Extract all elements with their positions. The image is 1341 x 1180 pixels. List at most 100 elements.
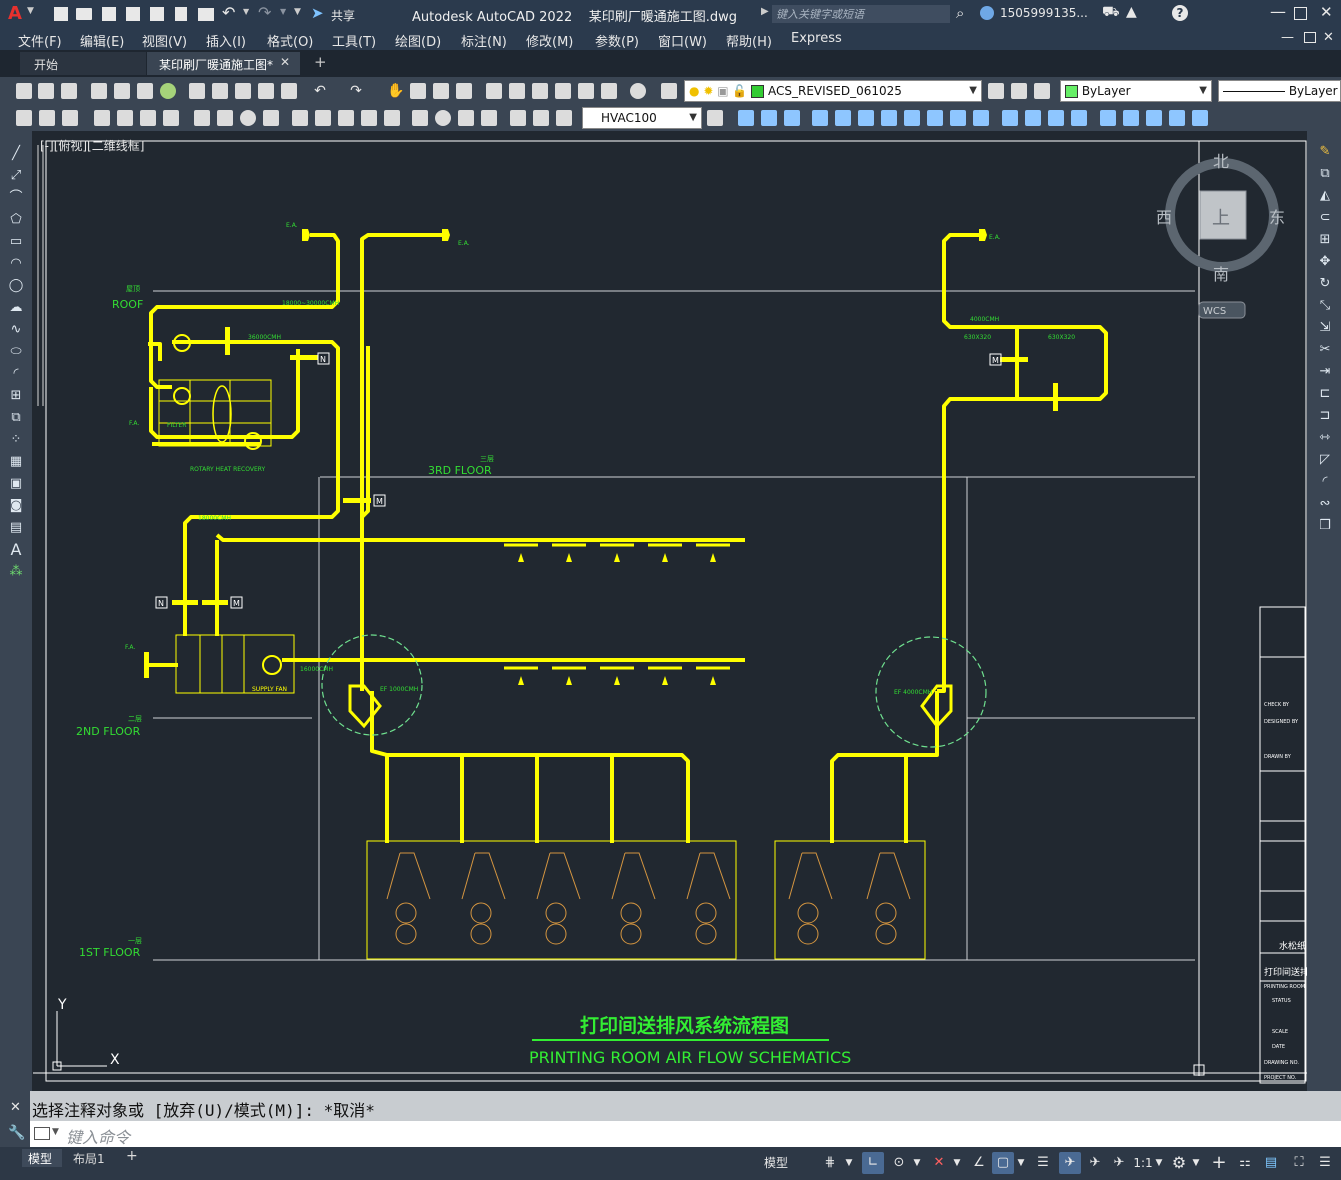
polyline-icon[interactable]: ⌒ — [6, 189, 26, 207]
chevron-down-icon[interactable]: ▼ — [52, 1127, 59, 1137]
dim-arc-icon[interactable] — [62, 110, 78, 126]
command-input[interactable]: 键入命令 — [66, 1124, 130, 1148]
autodesk-app-icon[interactable]: ▲ — [1126, 4, 1137, 20]
object-snap-icon[interactable]: ▢ — [992, 1152, 1014, 1174]
help-icon[interactable]: ? — [1172, 5, 1188, 21]
viewcube-east[interactable]: 东 — [1269, 208, 1285, 227]
dim-text-edit-icon[interactable] — [458, 110, 474, 126]
undo-tool-icon[interactable]: ↶ — [310, 81, 330, 101]
customize-wrench-icon[interactable]: 🔧 — [8, 1125, 25, 1141]
redo-dropdown-icon[interactable]: ▼ — [280, 7, 286, 16]
qnew-icon[interactable] — [16, 83, 32, 99]
calculator-icon[interactable] — [601, 83, 617, 99]
chamfer-icon[interactable]: ◸ — [1315, 451, 1335, 469]
revcloud-icon[interactable]: ☁ — [6, 299, 26, 317]
paste-icon[interactable] — [235, 83, 251, 99]
chevron-down-icon[interactable]: ▼ — [842, 1152, 856, 1174]
snap-mode-icon[interactable]: ∟ — [862, 1152, 884, 1174]
dim-override-icon[interactable] — [533, 110, 549, 126]
rectangle-icon[interactable]: ▭ — [6, 233, 26, 251]
scale-icon[interactable] — [881, 110, 897, 126]
clean-screen-icon[interactable]: ⛶ — [1288, 1152, 1310, 1174]
explode-icon[interactable]: ❒ — [1315, 517, 1335, 535]
ellipse-icon[interactable]: ⬭ — [6, 343, 26, 361]
blend-curves-icon[interactable]: ∾ — [1315, 495, 1335, 513]
menu-express[interactable]: Express — [791, 31, 842, 46]
tool-palettes-icon[interactable] — [532, 83, 548, 99]
menu-file[interactable]: 文件(F) — [18, 31, 62, 50]
menu-insert[interactable]: 插入(I) — [206, 31, 246, 50]
lineweight-icon[interactable]: ☰ — [1032, 1152, 1054, 1174]
layout-tab-model[interactable]: 模型 — [22, 1149, 62, 1167]
undo-dropdown-icon[interactable]: ▼ — [243, 7, 249, 16]
trim-icon[interactable]: ✂ — [1315, 341, 1335, 359]
save-as-icon[interactable] — [126, 7, 140, 21]
doc-close-icon[interactable]: ✕ — [1323, 30, 1334, 45]
color-dropdown[interactable]: ByLayer ▼ — [1060, 80, 1212, 102]
join-icon[interactable] — [1002, 110, 1018, 126]
properties-icon[interactable] — [486, 83, 502, 99]
join-icon[interactable]: ⇿ — [1315, 429, 1335, 447]
dim-jogged-icon[interactable] — [140, 110, 156, 126]
annotation-monitor-icon[interactable]: + — [1208, 1152, 1230, 1174]
arc-icon[interactable]: ◠ — [6, 255, 26, 273]
text-front-icon[interactable] — [1169, 110, 1185, 126]
design-center-icon[interactable] — [509, 83, 525, 99]
viewcube[interactable]: 上 北 南 东 西 WCS — [1156, 152, 1285, 319]
dim-space-icon[interactable] — [292, 110, 308, 126]
dim-baseline-icon[interactable] — [240, 110, 256, 126]
redo-tool-icon[interactable]: ↷ — [346, 81, 366, 101]
block-editor-icon[interactable] — [281, 83, 297, 99]
dim-radius-icon[interactable] — [117, 110, 133, 126]
grid-icon[interactable]: ⋕ — [820, 1152, 840, 1174]
zoom-window-icon[interactable] — [433, 83, 449, 99]
preview-icon[interactable] — [114, 83, 130, 99]
chevron-down-icon[interactable]: ▼ — [910, 1152, 924, 1174]
menu-help[interactable]: 帮助(H) — [726, 31, 772, 50]
cut-icon[interactable] — [189, 83, 205, 99]
menu-edit[interactable]: 编辑(E) — [80, 31, 124, 50]
annotation-visibility-icon[interactable]: ✈ — [1059, 1152, 1081, 1174]
region-icon[interactable]: ◙ — [6, 497, 26, 515]
search-expand-icon[interactable]: ▶ — [761, 6, 769, 17]
mtext-icon[interactable]: A — [6, 541, 26, 559]
dim-style-manager-icon[interactable] — [707, 110, 723, 126]
hatch-back-icon[interactable] — [1192, 110, 1208, 126]
fillet-icon[interactable]: ◜ — [1315, 473, 1335, 491]
make-current-icon[interactable] — [988, 83, 1004, 99]
make-block-icon[interactable]: ⧉ — [6, 409, 26, 427]
center-mark-icon[interactable] — [361, 110, 377, 126]
add-layout-icon[interactable]: + — [126, 1148, 138, 1164]
rotate-icon[interactable] — [858, 110, 874, 126]
command-close-icon[interactable]: ✕ — [10, 1100, 21, 1115]
doc-minimize-icon[interactable]: — — [1281, 30, 1294, 45]
mirror-icon[interactable] — [761, 110, 777, 126]
linetype-dropdown[interactable]: ByLayer — [1218, 80, 1341, 102]
menu-draw[interactable]: 绘图(D) — [395, 31, 441, 50]
cart-icon[interactable]: ⛟ — [1102, 4, 1120, 22]
export-icon[interactable] — [150, 7, 164, 21]
spline-icon[interactable]: ∿ — [6, 321, 26, 339]
scale-icon[interactable]: ⤡ — [1315, 297, 1335, 315]
customization-icon[interactable]: ☰ — [1314, 1152, 1336, 1174]
layer-state-icon[interactable] — [1034, 83, 1050, 99]
doc-restore-icon[interactable] — [1304, 32, 1316, 43]
dim-diameter-icon[interactable] — [163, 110, 179, 126]
gradient-icon[interactable]: ▣ — [6, 475, 26, 493]
draw-order-icon[interactable] — [1100, 110, 1116, 126]
help-tool-icon[interactable] — [630, 83, 646, 99]
drawing-canvas[interactable]: 屋顶 ROOF 三层 3RD FLOOR 二层 2ND FLOOR 一层 1ST… — [32, 131, 1307, 1090]
offset-icon[interactable] — [784, 110, 800, 126]
match-prop-icon[interactable] — [258, 83, 274, 99]
pan-icon[interactable]: ✋ — [386, 81, 406, 101]
tolerance-icon[interactable] — [338, 110, 354, 126]
erase-icon[interactable]: ✎ — [1315, 143, 1335, 161]
polygon-icon[interactable]: ⬠ — [6, 211, 26, 229]
quick-properties-icon[interactable]: ▤ — [1260, 1152, 1282, 1174]
array-icon[interactable]: ⊞ — [1315, 231, 1335, 249]
break-icon[interactable] — [973, 110, 989, 126]
offset-icon[interactable]: ⊂ — [1315, 209, 1335, 227]
circle-icon[interactable]: ◯ — [6, 277, 26, 295]
menu-window[interactable]: 窗口(W) — [658, 31, 707, 50]
dim-angular-icon[interactable] — [194, 110, 210, 126]
